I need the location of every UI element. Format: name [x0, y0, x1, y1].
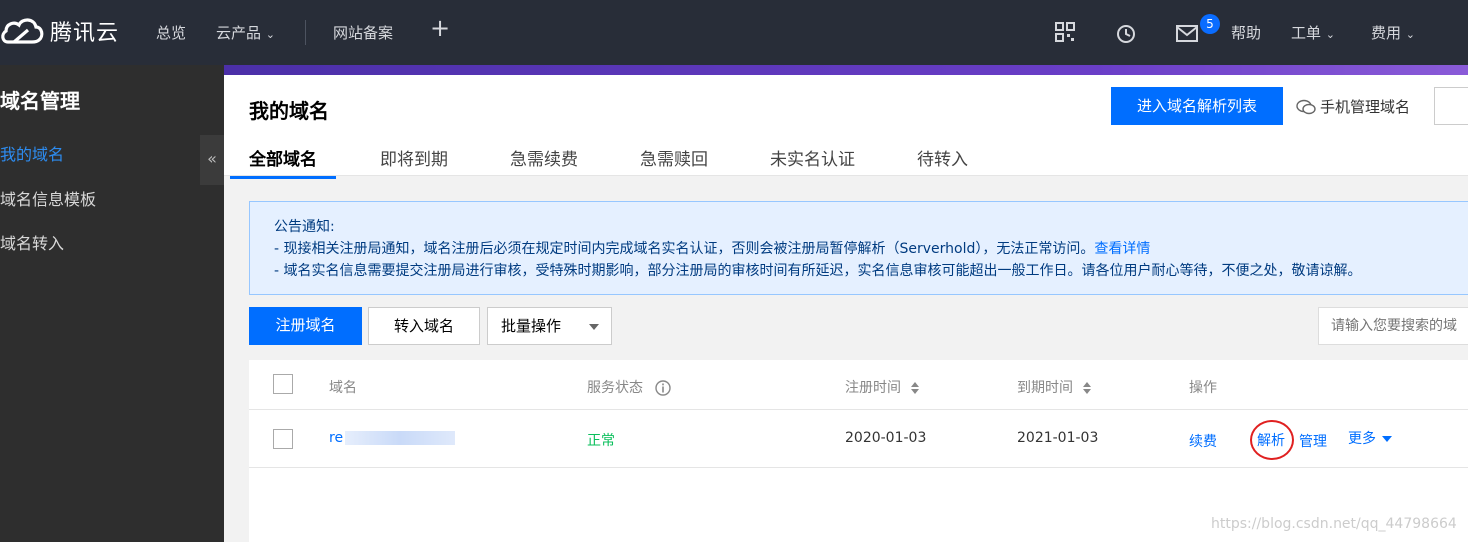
mobile-manage-link[interactable]: 手机管理域名 — [1296, 96, 1410, 117]
col-status-label: 服务状态 — [587, 380, 643, 396]
top-navbar: 腾讯云 总览 云产品 ⌄ 网站备案 + 5 帮助 工单 ⌄ 费用 ⌄ — [0, 0, 1468, 65]
tab-expiring-soon[interactable]: 即将到期 — [380, 145, 448, 179]
brand-name: 腾讯云 — [50, 21, 120, 46]
nav-divider — [305, 20, 306, 45]
add-icon[interactable]: + — [430, 16, 450, 40]
nav-help[interactable]: 帮助 — [1231, 22, 1261, 43]
sidebar-item-domain-templates[interactable]: 域名信息模板 — [0, 186, 96, 210]
nav-products-label: 云产品 — [216, 24, 262, 42]
domain-search-input[interactable] — [1318, 307, 1468, 345]
notice-heading: 公告通知: — [274, 219, 335, 235]
brand-logo[interactable]: 腾讯云 — [0, 14, 119, 48]
announcement-notice: 公告通知: - 现接相关注册局通知，域名注册后必须在规定时间内完成域名实名认证，… — [249, 201, 1468, 295]
domain-name-text: re — [329, 430, 344, 446]
table-row: re 正常 2020-01-03 2021-01-03 续费 解析 管理 更多 — [249, 410, 1468, 468]
domain-name-link[interactable]: re — [329, 430, 456, 446]
tab-redeem-urgent[interactable]: 急需赎回 — [640, 145, 708, 179]
nav-products[interactable]: 云产品 ⌄ — [216, 22, 275, 43]
sidebar-item-domain-transfer-in[interactable]: 域名转入 — [0, 230, 64, 254]
sidebar: 域名管理 我的域名 域名信息模板 域名转入 « — [0, 65, 224, 542]
select-all-checkbox[interactable] — [273, 374, 293, 394]
col-domain: 域名 — [329, 380, 357, 396]
notice-line-1: - 现接相关注册局通知，域名注册后必须在规定时间内完成域名实名认证，否则会被注册… — [274, 238, 1454, 260]
nav-ticket-label: 工单 — [1291, 24, 1322, 42]
watermark: https://blog.csdn.net/qq_44798664 — [1211, 516, 1457, 532]
domain-dns-list-button[interactable]: 进入域名解析列表 — [1111, 87, 1283, 125]
batch-operations-select[interactable]: 批量操作 — [487, 307, 612, 345]
col-registration-time[interactable]: 注册时间 — [845, 377, 920, 397]
more-dropdown[interactable]: 更多 — [1348, 428, 1392, 448]
redacted-domain — [345, 431, 456, 445]
nav-billing-label: 费用 — [1371, 24, 1402, 42]
more-label: 更多 — [1348, 431, 1376, 447]
notice-line-2: - 域名实名信息需要提交注册局进行审核，受特殊时期影响，部分注册局的审核时间有所… — [274, 263, 1362, 279]
cloud-logo-icon — [1, 18, 44, 44]
domain-tabs: 全部域名 即将到期 急需续费 急需赎回 未实名认证 待转入 — [230, 145, 968, 179]
chevron-down-icon: ⌄ — [265, 28, 276, 41]
clock-icon[interactable] — [1116, 24, 1136, 44]
header-banner-strip — [224, 65, 1468, 75]
message-count-badge: 5 — [1200, 14, 1220, 34]
tab-renew-urgent[interactable]: 急需续费 — [510, 145, 578, 179]
tab-all-domains[interactable]: 全部域名 — [230, 145, 336, 179]
renew-link[interactable]: 续费 — [1189, 431, 1217, 451]
sort-icon — [1083, 382, 1092, 394]
row-checkbox[interactable] — [273, 429, 293, 449]
col-status: 服务状态 — [587, 377, 672, 397]
view-details-link[interactable]: 查看详情 — [1094, 241, 1150, 257]
mail-icon[interactable] — [1176, 25, 1198, 42]
qrcode-icon[interactable] — [1055, 22, 1075, 42]
main-content: 我的域名 进入域名解析列表 手机管理域名 全部域名 即将到期 急需续费 急需赎回… — [224, 65, 1468, 542]
col-registration-time-label: 注册时间 — [845, 380, 901, 396]
page-header: 我的域名 进入域名解析列表 手机管理域名 全部域名 即将到期 急需续费 急需赎回… — [224, 75, 1468, 179]
col-expiration-time-label: 到期时间 — [1017, 380, 1073, 396]
notice-line-1-text: - 现接相关注册局通知，域名注册后必须在规定时间内完成域名实名认证，否则会被注册… — [274, 241, 1095, 257]
page-title: 我的域名 — [249, 99, 329, 123]
status-badge: 正常 — [587, 433, 615, 449]
col-expiration-time[interactable]: 到期时间 — [1017, 377, 1092, 397]
nav-icp-filing[interactable]: 网站备案 — [333, 22, 393, 43]
tab-unverified[interactable]: 未实名认证 — [770, 145, 855, 179]
sidebar-item-my-domains[interactable]: 我的域名 — [0, 141, 64, 165]
highlight-annotation-circle — [1250, 420, 1294, 460]
chevron-down-icon: ⌄ — [1405, 28, 1416, 41]
info-icon[interactable] — [655, 380, 672, 396]
caret-down-icon — [589, 324, 599, 330]
transfer-domain-button[interactable]: 转入域名 — [368, 307, 480, 345]
domain-table: 域名 服务状态 注册时间 到期时间 操作 re 正常 2020-01-03 20… — [249, 360, 1468, 542]
manage-link[interactable]: 管理 — [1299, 431, 1327, 451]
wechat-icon — [1296, 99, 1316, 114]
sidebar-title: 域名管理 — [0, 89, 80, 113]
registration-date: 2020-01-03 — [845, 430, 927, 446]
tab-pending-transfer[interactable]: 待转入 — [917, 145, 968, 179]
sort-icon — [911, 382, 920, 394]
nav-billing[interactable]: 费用 ⌄ — [1371, 22, 1415, 43]
collapse-sidebar-button[interactable]: « — [200, 135, 224, 185]
nav-ticket[interactable]: 工单 ⌄ — [1291, 22, 1335, 43]
chevron-down-icon: ⌄ — [1325, 28, 1336, 41]
col-operations: 操作 — [1189, 380, 1217, 396]
header-extra-button[interactable] — [1434, 87, 1468, 125]
caret-down-icon — [1382, 436, 1392, 442]
register-domain-button[interactable]: 注册域名 — [249, 307, 362, 345]
table-header-row: 域名 服务状态 注册时间 到期时间 操作 — [249, 360, 1468, 410]
nav-overview[interactable]: 总览 — [156, 22, 186, 43]
mobile-manage-label: 手机管理域名 — [1320, 98, 1411, 116]
expiration-date: 2021-01-03 — [1017, 430, 1099, 446]
batch-operations-label: 批量操作 — [501, 317, 562, 335]
